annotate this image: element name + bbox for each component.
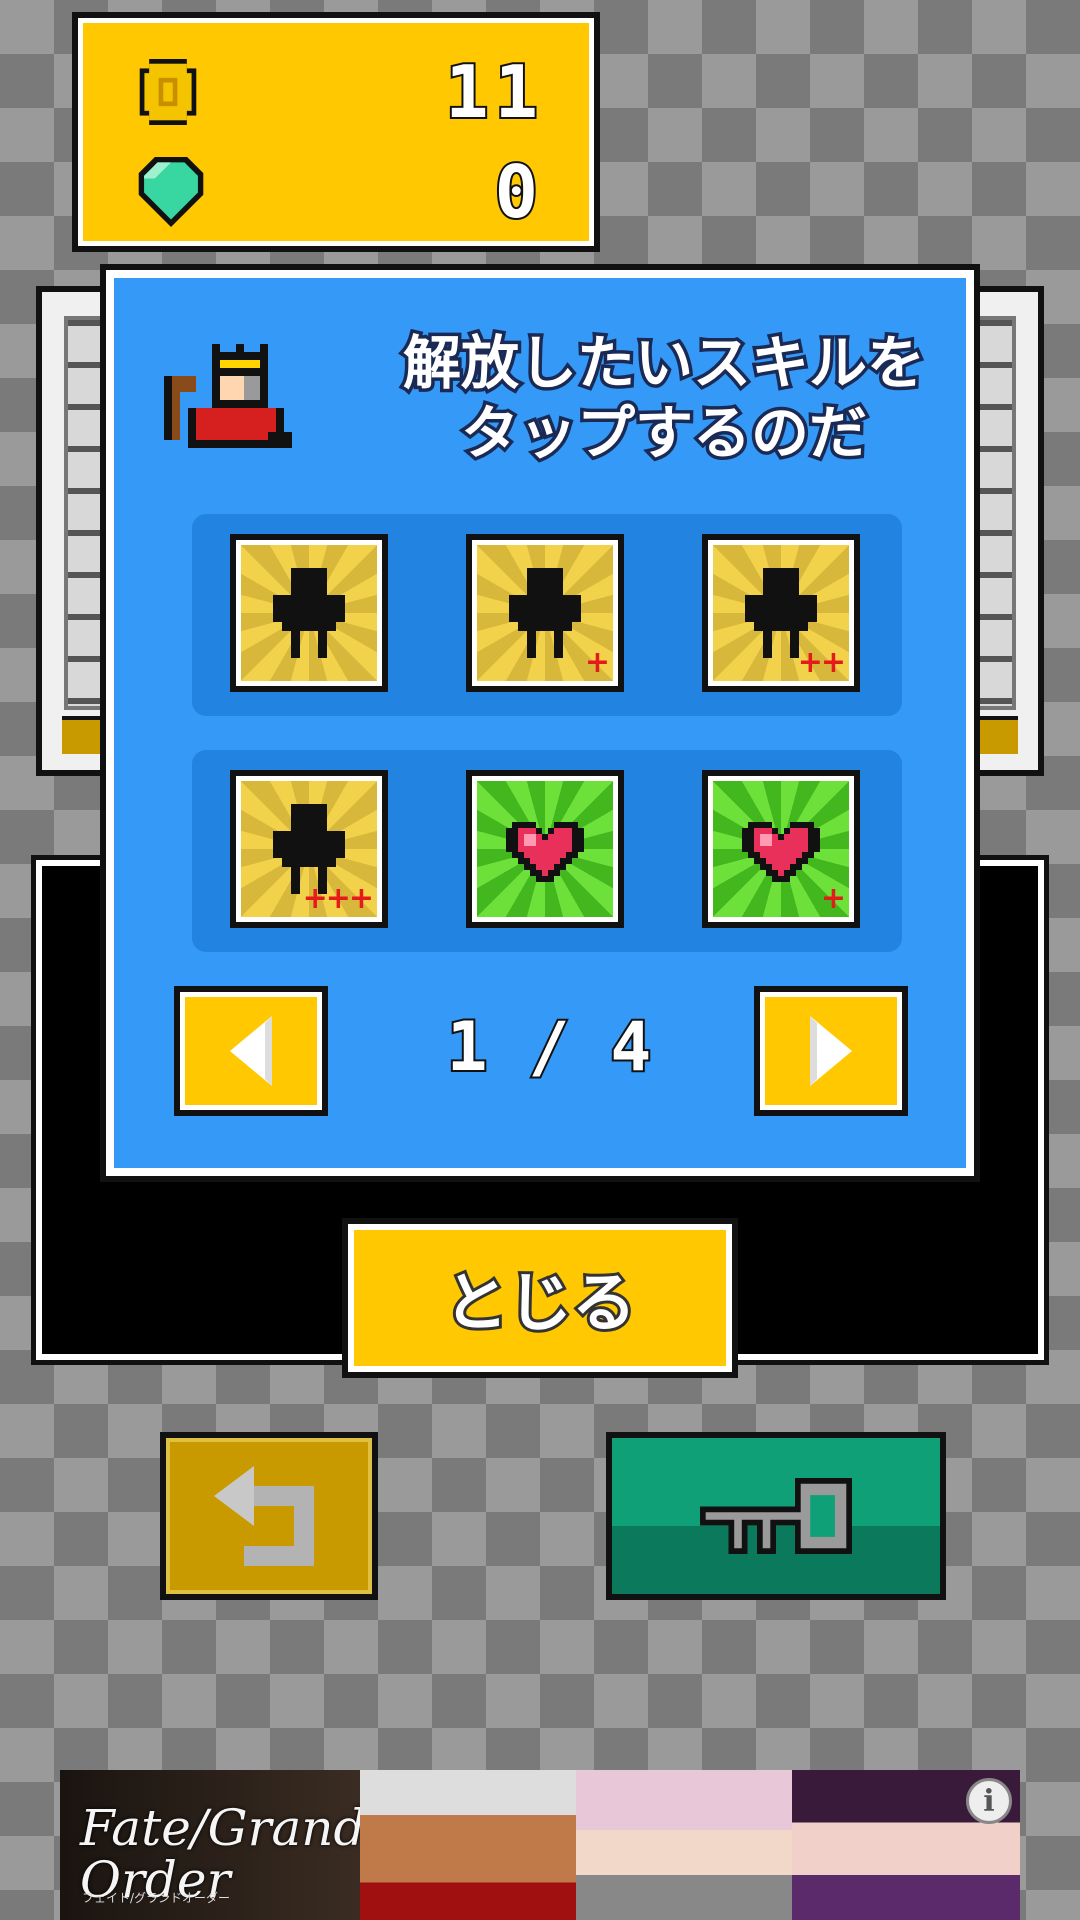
key-button[interactable] bbox=[606, 1432, 946, 1600]
coin-row: 11 bbox=[138, 48, 544, 136]
page-indicator: 1 / 4 bbox=[445, 1006, 654, 1089]
close-button[interactable]: とじる bbox=[342, 1218, 738, 1378]
close-button-label: とじる bbox=[441, 1264, 639, 1344]
arrow-left-icon bbox=[230, 1016, 272, 1086]
skill-level-marks: +++ bbox=[302, 881, 374, 916]
return-arrow-icon bbox=[214, 1466, 314, 1566]
skill-unlock-dialog: 解放したいスキルを タップするのだ + ++ +++ + 1 / 4 bbox=[100, 264, 980, 1182]
ad-character-image bbox=[576, 1770, 792, 1920]
skill-tile[interactable]: +++ bbox=[230, 770, 388, 928]
skill-tile[interactable]: + bbox=[702, 770, 860, 928]
skill-row-1: + ++ bbox=[192, 514, 902, 716]
coin-count: 11 bbox=[443, 48, 544, 136]
currency-panel: 11 0 bbox=[72, 12, 600, 252]
gem-count: 0 bbox=[493, 148, 544, 236]
arrow-right-icon bbox=[810, 1016, 852, 1086]
stickman-icon bbox=[509, 568, 581, 658]
stickman-icon bbox=[273, 568, 345, 658]
skill-level-marks: + bbox=[820, 881, 846, 916]
ad-character-image bbox=[360, 1770, 576, 1920]
ad-subtitle: フェイト/グランドオーダー bbox=[82, 1891, 231, 1905]
skill-level-marks: + bbox=[584, 645, 610, 680]
heart-icon bbox=[742, 822, 820, 882]
ad-logo-panel: Fate/Grand Order フェイト/グランドオーダー bbox=[60, 1770, 366, 1920]
next-page-button[interactable] bbox=[754, 986, 908, 1116]
skill-tile[interactable] bbox=[466, 770, 624, 928]
skill-tile[interactable] bbox=[230, 534, 388, 692]
prev-page-button[interactable] bbox=[174, 986, 328, 1116]
info-icon[interactable]: i bbox=[966, 1778, 1012, 1824]
gem-icon bbox=[138, 157, 204, 227]
dialog-title: 解放したいスキルを タップするのだ bbox=[399, 326, 928, 471]
skill-tile[interactable]: + bbox=[466, 534, 624, 692]
coin-icon bbox=[139, 59, 197, 125]
ad-banner[interactable]: Fate/Grand Order フェイト/グランドオーダー i bbox=[60, 1770, 1020, 1920]
king-icon bbox=[164, 344, 292, 448]
key-icon bbox=[700, 1478, 852, 1554]
skill-row-2: +++ + bbox=[192, 750, 902, 952]
gem-row: 0 bbox=[138, 148, 544, 236]
back-button[interactable] bbox=[160, 1432, 378, 1600]
heart-icon bbox=[506, 822, 584, 882]
skill-tile[interactable]: ++ bbox=[702, 534, 860, 692]
skill-level-marks: ++ bbox=[797, 645, 846, 680]
